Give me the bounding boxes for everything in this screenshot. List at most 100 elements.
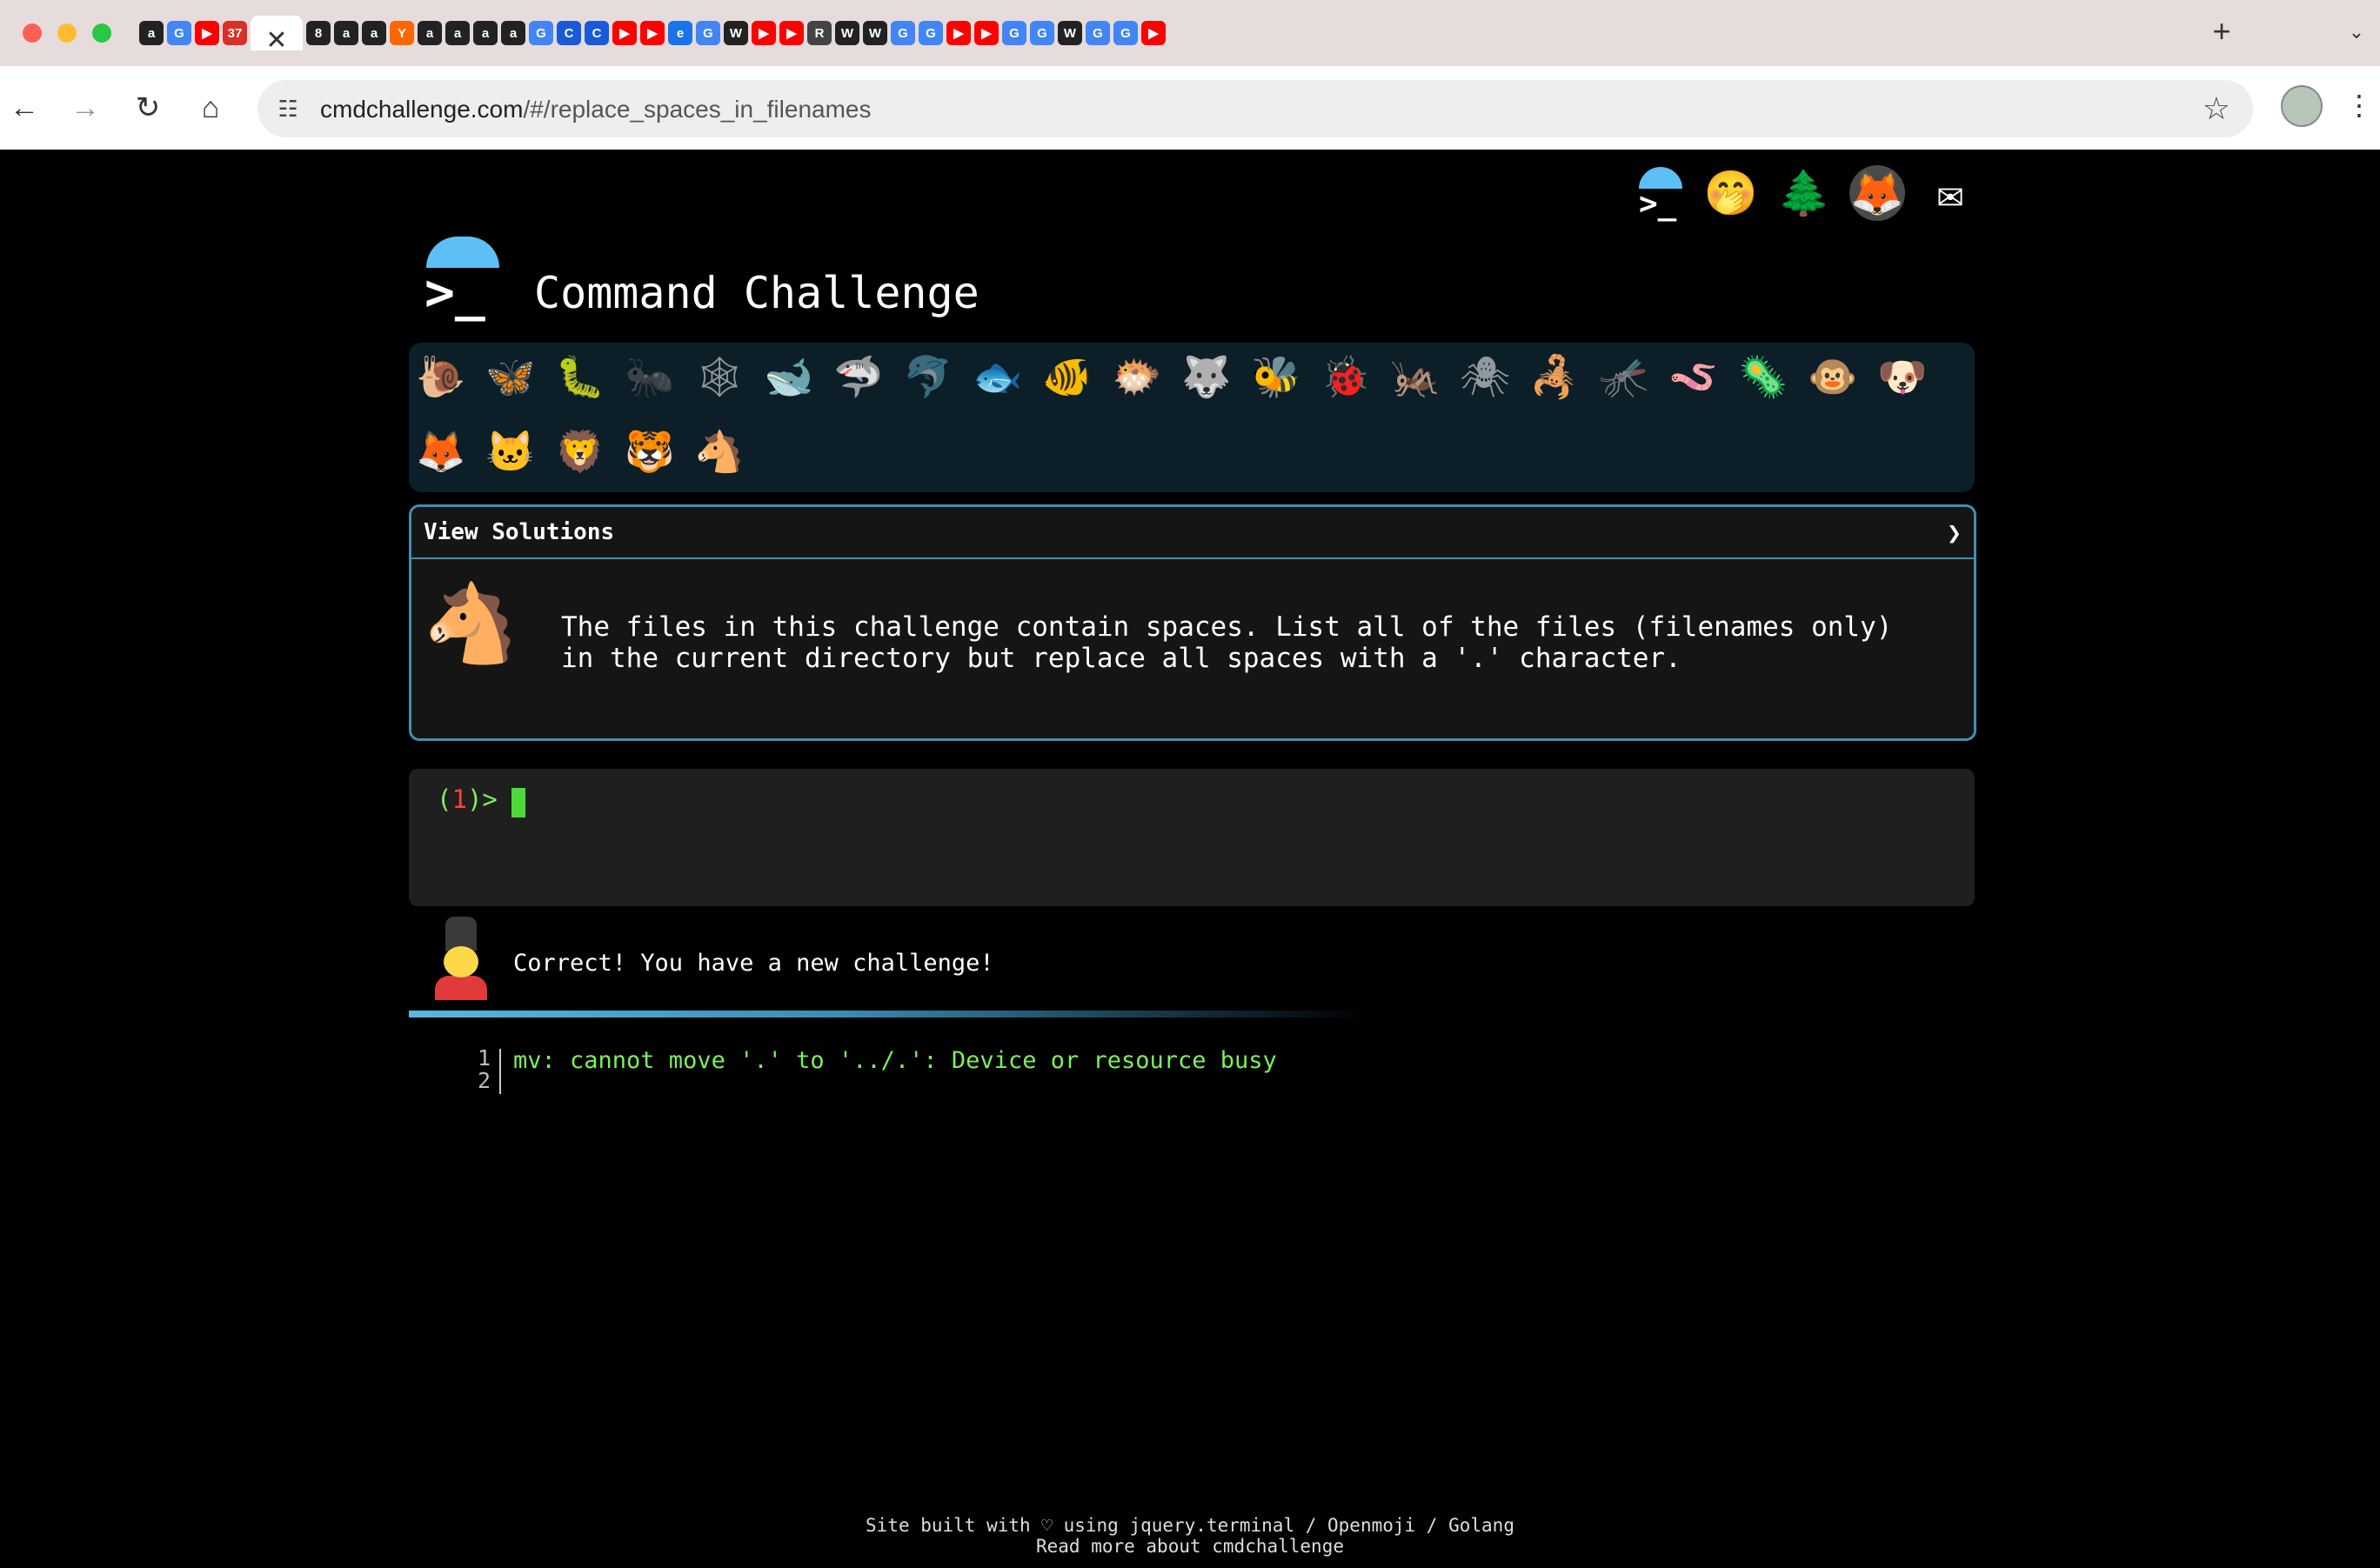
- profile-avatar[interactable]: [2281, 85, 2323, 127]
- challenge-badge[interactable]: 🕷: [1456, 348, 1514, 405]
- challenge-badge[interactable]: 🦟: [1595, 348, 1653, 405]
- browser-tab[interactable]: C: [585, 21, 609, 45]
- browser-tab[interactable]: a: [473, 21, 498, 45]
- challenge-badge[interactable]: 🐋: [760, 348, 818, 405]
- browser-tab[interactable]: W: [863, 21, 887, 45]
- site-logo-icon[interactable]: >_: [423, 237, 501, 322]
- browser-tab[interactable]: R: [807, 21, 832, 45]
- address-bar[interactable]: ☷ cmdchallenge.com/#/replace_spaces_in_f…: [257, 80, 2253, 137]
- home-icon[interactable]: ⌂: [190, 87, 231, 129]
- view-solutions-toggle[interactable]: View Solutions ❯: [411, 507, 1974, 559]
- browser-tab[interactable]: ▶: [779, 21, 804, 45]
- hand-over-mouth-icon[interactable]: 🤭: [1703, 165, 1759, 221]
- browser-tab[interactable]: Y: [390, 21, 414, 45]
- terminal-input[interactable]: (1)>: [409, 769, 1975, 906]
- forward-arrow-icon[interactable]: →: [64, 87, 106, 129]
- new-tab-button[interactable]: +: [2204, 14, 2239, 49]
- challenge-badge[interactable]: 🐞: [1317, 348, 1374, 405]
- challenge-badge[interactable]: 🐡: [1108, 348, 1166, 405]
- challenge-badge[interactable]: 🪱: [1665, 348, 1722, 405]
- challenge-badge[interactable]: 🐬: [899, 348, 957, 405]
- browser-tab[interactable]: 37: [223, 21, 247, 45]
- browser-tab[interactable]: ▶: [1141, 21, 1166, 45]
- envelope-icon[interactable]: ✉: [1922, 165, 1978, 221]
- challenge-badge[interactable]: 🐺: [1178, 348, 1235, 405]
- browser-tab[interactable]: G: [1030, 21, 1054, 45]
- browser-tab[interactable]: a: [139, 21, 164, 45]
- browser-tab[interactable]: C: [557, 21, 581, 45]
- browser-tab[interactable]: W: [724, 21, 748, 45]
- browser-tab[interactable]: 8: [306, 21, 331, 45]
- challenge-badge[interactable]: 🐌: [412, 348, 470, 405]
- challenge-badge[interactable]: 🕸: [691, 348, 748, 405]
- back-arrow-icon[interactable]: ←: [3, 87, 45, 129]
- challenge-badge[interactable]: 🦊: [412, 423, 470, 480]
- footer-credits: Site built with ♡ using jquery.terminal …: [866, 1515, 1514, 1536]
- output-line-numbers: 1 2: [477, 1045, 491, 1093]
- bookmark-star-icon[interactable]: ☆: [2203, 90, 2230, 127]
- browser-tab[interactable]: G: [1086, 21, 1110, 45]
- browser-tab[interactable]: ▶: [974, 21, 999, 45]
- browser-tab[interactable]: ▶: [752, 21, 776, 45]
- challenge-badge[interactable]: 🐯: [621, 423, 679, 480]
- gitlab-fox-icon[interactable]: 🦊: [1849, 165, 1905, 221]
- status-message-text: Correct! You have a new challenge!: [513, 950, 994, 977]
- browser-tab[interactable]: G: [919, 21, 943, 45]
- guard-icon: [423, 915, 501, 1002]
- challenge-badge[interactable]: 🦁: [552, 423, 609, 480]
- browser-tab[interactable]: a: [445, 21, 470, 45]
- browser-tab[interactable]: G: [529, 21, 553, 45]
- browser-tab[interactable]: G: [1002, 21, 1026, 45]
- challenge-badge[interactable]: 🐵: [1804, 348, 1862, 405]
- challenge-badge[interactable]: 🐱: [482, 423, 539, 480]
- browser-tab[interactable]: ▶: [612, 21, 637, 45]
- browser-tab[interactable]: W: [835, 21, 859, 45]
- close-window-button[interactable]: [23, 23, 42, 43]
- challenge-badge[interactable]: 🐴: [691, 423, 748, 480]
- challenge-badge[interactable]: 🐛: [552, 348, 609, 405]
- challenge-badge[interactable]: 🦂: [1526, 348, 1583, 405]
- site-info-icon[interactable]: ☷: [271, 92, 304, 125]
- challenge-badge[interactable]: 🐶: [1874, 348, 1931, 405]
- url-text[interactable]: cmdchallenge.com/#/replace_spaces_in_fil…: [320, 96, 871, 123]
- browser-tab[interactable]: e: [668, 21, 692, 45]
- challenge-badge[interactable]: 🐠: [1039, 348, 1096, 405]
- minimize-window-button[interactable]: [57, 23, 77, 43]
- browser-tab[interactable]: ▶: [640, 21, 665, 45]
- browser-tab[interactable]: a: [501, 21, 525, 45]
- footer: Site built with ♡ using jquery.terminal …: [0, 1515, 2380, 1557]
- browser-tab[interactable]: G: [1113, 21, 1138, 45]
- challenge-description: The files in this challenge contain spac…: [561, 611, 1893, 674]
- challenge-badge[interactable]: 🦗: [1387, 348, 1444, 405]
- browser-tab[interactable]: G: [167, 21, 191, 45]
- prompt-counter: 1: [451, 784, 467, 814]
- challenge-badges-panel: 🐌 🦋 🐛 🐜 🕸 🐋 🦈 🐬 🐟 🐠 🐡 🐺 🐝 🐞 🦗 🕷 🦂 🦟 🪱 🦠 🐵 🐶 🦊 🐱 🦁 🐯 🐴: [409, 343, 1975, 492]
- chevron-right-icon: ❯: [1947, 517, 1962, 547]
- terminal-logo-icon[interactable]: >_: [1630, 165, 1686, 222]
- challenge-badge[interactable]: 🦈: [830, 348, 887, 405]
- tree-icon[interactable]: 🌲: [1776, 165, 1832, 221]
- browser-tab[interactable]: G: [696, 21, 720, 45]
- challenge-badge[interactable]: 🐜: [621, 348, 679, 405]
- browser-tab[interactable]: G: [891, 21, 915, 45]
- browser-menu-icon[interactable]: ⋮: [2345, 89, 2373, 122]
- challenge-badge[interactable]: 🐟: [969, 348, 1026, 405]
- browser-tab[interactable]: a: [334, 21, 358, 45]
- challenge-badge[interactable]: 🦋: [482, 348, 539, 405]
- challenge-badge[interactable]: 🦠: [1735, 348, 1792, 405]
- top-icon-links: >_ 🤭 🌲 🦊 ✉: [1630, 158, 1978, 228]
- tab-search-chevron-icon[interactable]: ⌄: [2343, 19, 2370, 45]
- maximize-window-button[interactable]: [92, 23, 111, 43]
- browser-tab[interactable]: ▶: [195, 21, 219, 45]
- challenge-badge[interactable]: 🐝: [1247, 348, 1305, 405]
- horse-icon: 🐴: [423, 578, 518, 668]
- browser-tab[interactable]: ▶: [946, 21, 971, 45]
- browser-tab[interactable]: a: [362, 21, 386, 45]
- browser-tab[interactable]: a: [418, 21, 442, 45]
- reload-icon[interactable]: ↻: [127, 87, 169, 129]
- terminal-prompt: (1)>: [437, 784, 498, 814]
- browser-tab[interactable]: W: [1058, 21, 1082, 45]
- browser-tab-bar: a G ▶ 37 ✕ 8 a a Ya a a a G C C ▶ ▶ e G W ▶ ▶ R W W G G ▶ ▶ G G W G G ▶ +…: [0, 0, 2380, 66]
- footer-about-link[interactable]: Read more about cmdchallenge: [1036, 1536, 1344, 1557]
- active-tab-close-icon[interactable]: ✕: [251, 16, 303, 50]
